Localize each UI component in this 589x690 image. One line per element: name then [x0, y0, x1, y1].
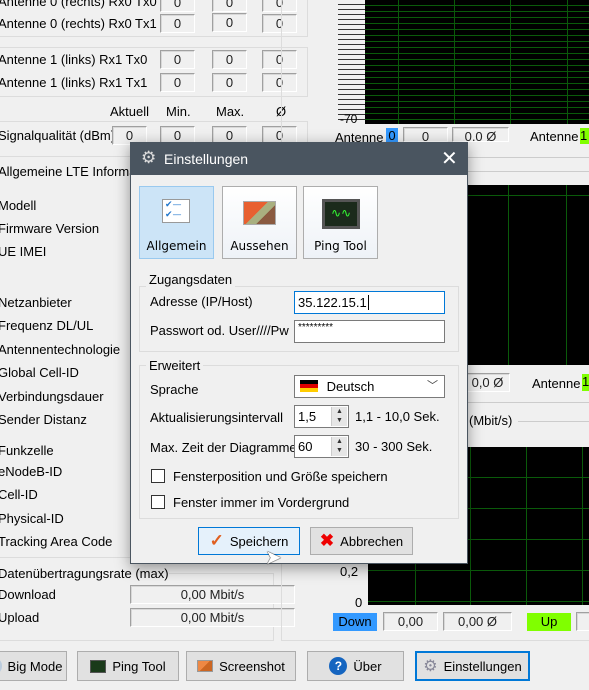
value-box: 0 [160, 50, 195, 69]
signal-label: Signalqualität (dBm) [0, 128, 116, 143]
chart-time-spinner[interactable]: 60 ▲ ▼ [294, 435, 349, 458]
antenna-row-label: Antenne 1 (links) Rx1 Tx0 [0, 52, 148, 67]
cell-label: Tracking Area Code [0, 534, 113, 549]
settings-dialog: ⚙ Einstellungen ✕ ✔— ✔— Allgemein Aussehe… [130, 142, 468, 564]
info-label: Modell [0, 198, 37, 213]
antenna-row-label: Antenne 0 (rechts) Rx0 Tx1 [0, 16, 157, 31]
extended-group-title: Erweitert [146, 358, 204, 373]
about-button[interactable]: ? Über [307, 651, 404, 681]
big-mode-icon [0, 659, 2, 673]
always-on-top-checkbox[interactable] [151, 495, 165, 509]
network-label: Sender Distanz [0, 412, 87, 427]
always-on-top-label: Fenster immer im Vordergrund [173, 495, 350, 510]
network-label: Global Cell-ID [0, 365, 79, 380]
value-box: 0 [212, 73, 247, 92]
upload-value: 0,00 Mbit/s [130, 608, 295, 627]
rate-title: Datenübertragungsrate (max) [0, 566, 169, 581]
network-label: Verbindungsdauer [0, 389, 104, 404]
checkmark-icon: ✓ [209, 531, 224, 550]
interval-label: Aktualisierungsintervall [150, 410, 283, 425]
download-value: 0,00 Mbit/s [130, 585, 295, 604]
address-input[interactable]: 35.122.15.1 [294, 291, 445, 314]
language-select[interactable]: Deutsch ﹀ [294, 375, 445, 398]
value-box: 0 [212, 50, 247, 69]
monitor-icon [90, 659, 107, 673]
about-label: Über [353, 658, 382, 674]
mouse-cursor-icon: ➤ [265, 547, 282, 569]
chart-time-range: 30 - 300 Sek. [355, 439, 433, 454]
value-box: 0 [212, 0, 247, 12]
appearance-icon [243, 201, 276, 225]
antenna-row-label: Antenne 1 (links) Rx1 Tx1 [0, 75, 148, 90]
network-label: Frequenz DL/UL [0, 318, 94, 333]
value-box: 0 [160, 0, 195, 12]
info-label: UE IMEI [0, 244, 47, 259]
screenshot-label: Screenshot [219, 658, 285, 674]
language-label: Sprache [150, 382, 199, 397]
value-box: 0 [160, 14, 195, 33]
dialog-title-bar[interactable]: ⚙ Einstellungen ✕ [131, 143, 467, 175]
tab-allgemein[interactable]: ✔— ✔— Allgemein [139, 186, 214, 259]
header-max: Max. [216, 104, 245, 119]
password-input[interactable]: ********* [294, 320, 445, 343]
value-box: 0 [212, 13, 247, 32]
cell-label: Physical-ID [0, 511, 64, 526]
gear-icon: ⚙ [141, 148, 157, 167]
interval-range: 1,1 - 10,0 Sek. [355, 409, 440, 424]
big-mode-label: Big Mode [7, 658, 63, 674]
general-settings-icon: ✔— ✔— [162, 199, 190, 223]
header-min: Min. [166, 104, 191, 119]
info-label: Firmware Version [0, 221, 100, 236]
cell-label: Cell-ID [0, 487, 38, 502]
ping-tool-button[interactable]: Ping Tool [77, 651, 179, 681]
spinner-arrows-icon[interactable]: ▲ ▼ [331, 437, 347, 456]
screenshot-button[interactable]: Screenshot [186, 651, 296, 681]
network-label: Antennentechnologie [0, 342, 121, 357]
header-current: Aktuell [110, 104, 150, 119]
window-position-label: Fensterposition und Größe speichern [173, 469, 388, 484]
ping-tool-label: Ping Tool [112, 658, 166, 674]
save-button[interactable]: ✓ Speichern [198, 527, 300, 555]
lte-info-title: Allgemeine LTE Informati [0, 164, 143, 179]
network-label: Netzanbieter [0, 295, 72, 310]
close-icon[interactable]: ✕ [441, 146, 458, 171]
chevron-down-icon: ﹀ [427, 380, 438, 392]
cell-label: eNodeB-ID [0, 464, 63, 479]
help-icon: ? [329, 657, 348, 675]
monitor-icon: ∿∿ [322, 199, 360, 229]
big-mode-button[interactable]: Big Mode [0, 651, 67, 681]
cell-title: Funkzelle [0, 443, 54, 458]
spinner-arrows-icon[interactable]: ▲ ▼ [331, 407, 347, 426]
tab-ping-tool[interactable]: ∿∿ Ping Tool [303, 186, 378, 259]
settings-label: Einstellungen [443, 658, 522, 674]
password-label: Passwort od. User////Pw [150, 323, 289, 338]
german-flag-icon [300, 380, 318, 392]
antenna-row-label: Antenne 0 (rechts) Rx0 Tx0 [0, 0, 157, 9]
window-position-checkbox[interactable] [151, 469, 165, 483]
cancel-button[interactable]: ✖ Abbrechen [310, 527, 413, 555]
address-label: Adresse (IP/Host) [150, 294, 253, 309]
interval-spinner[interactable]: 1,5 ▲ ▼ [294, 405, 349, 428]
dialog-title: Einstellungen [164, 151, 249, 167]
value-box: 0 [160, 73, 195, 92]
settings-button[interactable]: ⚙ Einstellungen [415, 651, 530, 681]
download-label: Download [0, 587, 56, 602]
access-group-title: Zugangsdaten [146, 272, 236, 287]
gear-icon: ⚙ [423, 658, 438, 675]
upload-label: Upload [0, 610, 40, 625]
tab-aussehen[interactable]: Aussehen [222, 186, 297, 259]
cancel-x-icon: ✖ [319, 531, 335, 550]
screenshot-icon [197, 660, 214, 672]
chart-time-label: Max. Zeit der Diagramme [150, 440, 297, 455]
rate-group [0, 573, 274, 641]
